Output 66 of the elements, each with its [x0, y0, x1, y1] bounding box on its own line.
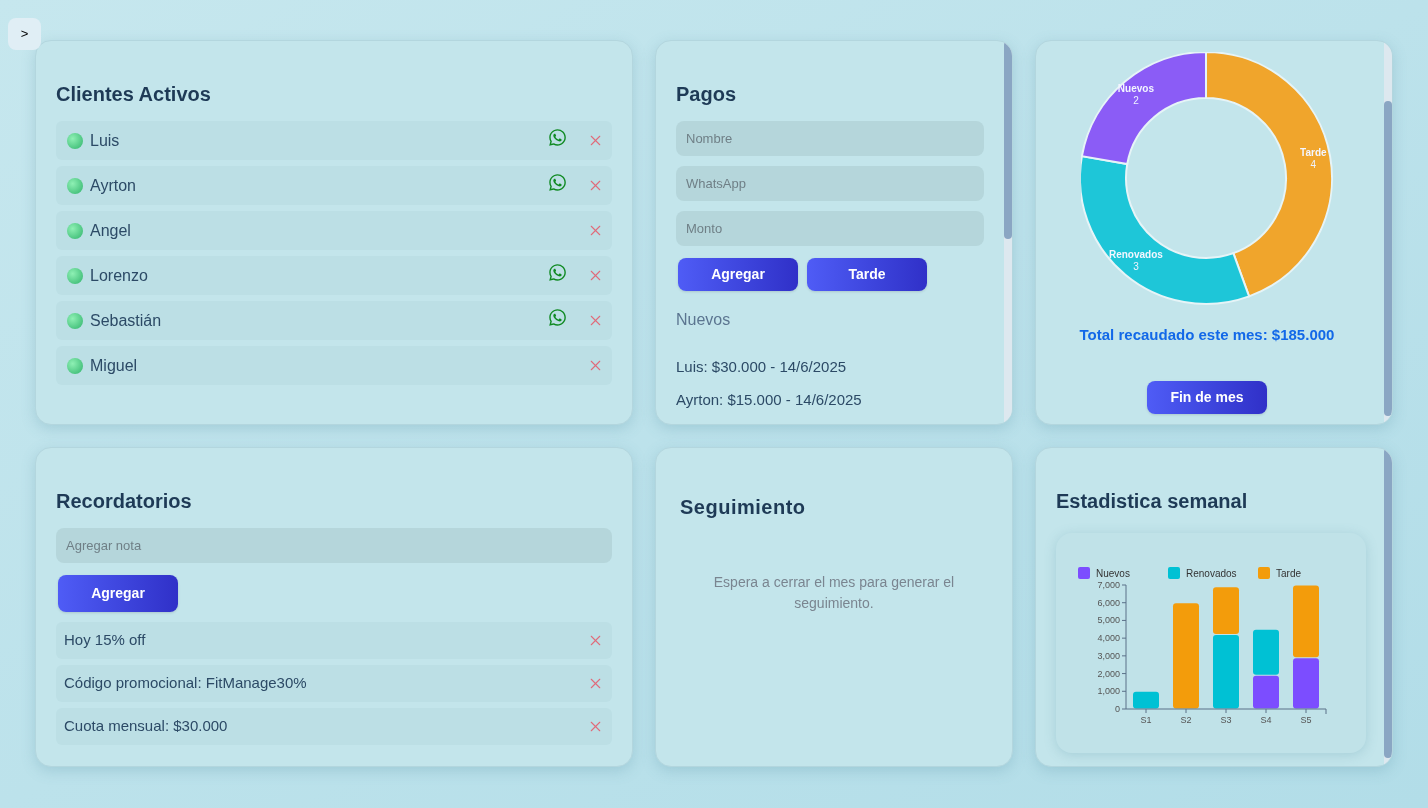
- legend-label: Nuevos: [1096, 568, 1130, 579]
- whatsapp-icon[interactable]: [548, 173, 567, 192]
- client-name: Ayrton: [90, 175, 136, 196]
- legend-label: Renovados: [1186, 568, 1237, 579]
- reminder-text: Código promocional: FitManage30%: [64, 673, 307, 694]
- client-row[interactable]: Ayrton: [56, 166, 612, 205]
- x-tick-label: S3: [1220, 715, 1232, 725]
- card-title: Estadistica semanal: [1056, 489, 1249, 514]
- x-tick-label: S1: [1140, 715, 1152, 725]
- input-field[interactable]: Agregar nota: [56, 528, 612, 563]
- y-tick-label: 2,000: [1097, 668, 1120, 679]
- client-name: Lorenzo: [90, 265, 148, 286]
- total-text: Total recaudado este mes: $185.000: [1079, 325, 1335, 345]
- y-tick-label: 5,000: [1097, 615, 1120, 626]
- client-row[interactable]: Lorenzo: [56, 256, 612, 295]
- payment-entry: Luis: $30.000 - 14/6/2025: [676, 357, 848, 377]
- y-tick-label: 3,000: [1097, 650, 1120, 661]
- client-row[interactable]: Miguel: [56, 346, 612, 385]
- slice-label: Renovados: [1109, 249, 1163, 261]
- reminder-row[interactable]: Código promocional: FitManage30%: [56, 665, 612, 702]
- payment-entry: Ayrton: $15.000 - 14/6/2025: [676, 389, 863, 410]
- slice-value: 4: [1310, 159, 1317, 171]
- y-tick-label: 1,000: [1097, 686, 1120, 697]
- followup-message: Espera a cerrar el mes para generar el seguimiento.: [712, 573, 956, 613]
- x-tick-label: S2: [1180, 715, 1192, 725]
- whatsapp-icon[interactable]: [548, 128, 567, 147]
- client-name: Angel: [90, 220, 131, 241]
- reminder-text: Cuota mensual: $30.000: [64, 716, 228, 737]
- section-heading: Nuevos: [676, 310, 732, 330]
- whatsapp-icon[interactable]: [548, 263, 567, 282]
- y-tick-label: 6,000: [1097, 597, 1120, 608]
- sidebar-toggle[interactable]: >: [8, 18, 41, 50]
- card-title: Recordatorios: [56, 489, 193, 514]
- reminder-row[interactable]: Cuota mensual: $30.000: [56, 708, 612, 745]
- whatsapp-icon[interactable]: [548, 308, 567, 327]
- bar: [1253, 629, 1279, 675]
- card-title: Pagos: [676, 82, 738, 107]
- action-button[interactable]: Agregar: [678, 258, 798, 291]
- reminder-text: Hoy 15% off: [64, 630, 146, 651]
- card-title: Clientes Activos: [56, 82, 212, 107]
- input-field[interactable]: Monto: [676, 211, 984, 246]
- client-name: Luis: [90, 130, 120, 151]
- legend-label: Tarde: [1276, 568, 1301, 579]
- slice-value: 3: [1133, 261, 1139, 273]
- scrollbar[interactable]: [1384, 41, 1392, 424]
- client-name: Miguel: [90, 355, 138, 376]
- y-tick-label: 0: [1115, 704, 1120, 714]
- client-row[interactable]: Luis: [56, 121, 612, 160]
- action-button[interactable]: Tarde: [807, 258, 927, 291]
- bar: [1133, 691, 1159, 709]
- x-tick-label: S5: [1300, 715, 1312, 725]
- client-name: Sebastián: [90, 310, 162, 331]
- action-button[interactable]: Fin de mes: [1147, 380, 1267, 414]
- x-tick-label: S4: [1260, 715, 1272, 725]
- card-title: Seguimiento: [680, 495, 807, 520]
- input-field[interactable]: WhatsApp: [676, 166, 984, 201]
- client-row[interactable]: Sebastián: [56, 301, 612, 340]
- slice-label: Tarde: [1300, 147, 1327, 159]
- action-button[interactable]: Agregar: [58, 575, 178, 612]
- y-tick-label: 4,000: [1097, 633, 1120, 644]
- input-field[interactable]: Nombre: [676, 121, 984, 156]
- bar: [1253, 675, 1279, 709]
- reminder-row[interactable]: Hoy 15% off: [56, 622, 612, 659]
- slice-value: 2: [1133, 94, 1139, 106]
- client-row[interactable]: Angel: [56, 211, 612, 250]
- y-tick-label: 7,000: [1097, 580, 1120, 590]
